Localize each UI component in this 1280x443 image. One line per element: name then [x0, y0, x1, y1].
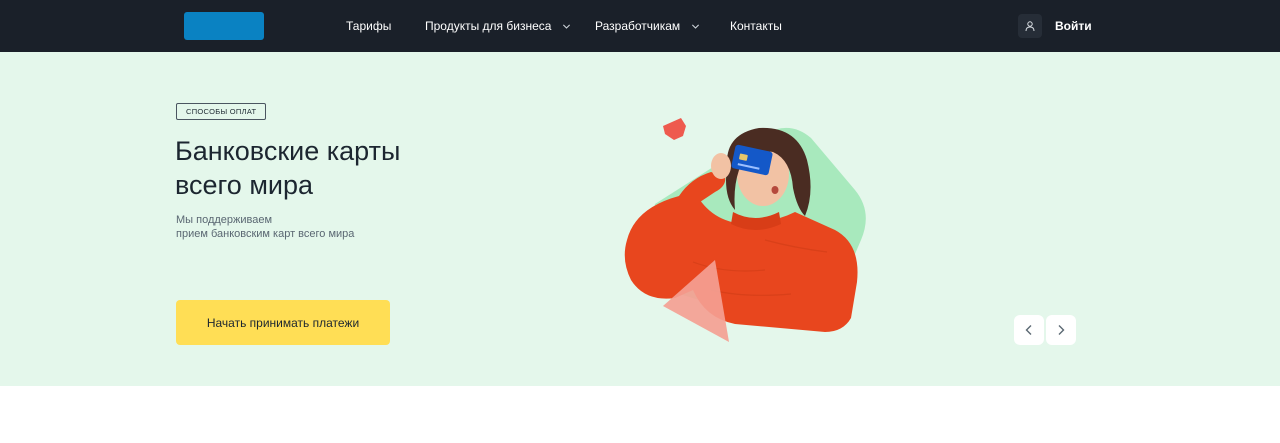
- slider-prev-button[interactable]: [1014, 315, 1044, 345]
- chevron-right-icon: [1058, 325, 1065, 335]
- nav-contacts[interactable]: Контакты: [730, 0, 782, 52]
- brand-logo[interactable]: [184, 12, 264, 40]
- hero-subtitle-line2: прием банковским карт всего мира: [176, 227, 355, 240]
- hero-title-line2: всего мира: [175, 170, 314, 200]
- login-link[interactable]: Войти: [1055, 0, 1092, 52]
- hero-subtitle-line1: Мы поддерживаем: [176, 214, 273, 226]
- hero-title: Банковские карты всего мира: [175, 134, 495, 202]
- chevron-down-icon: [563, 23, 571, 29]
- nav-tariffs-label: Тарифы: [346, 19, 392, 33]
- user-icon[interactable]: [1018, 14, 1042, 38]
- red-hexagon: [663, 118, 686, 140]
- start-payments-button[interactable]: Начать принимать платежи: [176, 300, 390, 345]
- hand: [711, 153, 731, 179]
- nav-business-products-label: Продукты для бизнеса: [425, 19, 552, 33]
- nav-developers[interactable]: Разработчикам: [595, 0, 700, 52]
- top-navigation-bar: Тарифы Продукты для бизнеса Разработчика…: [0, 0, 1280, 52]
- nav-business-products[interactable]: Продукты для бизнеса: [425, 0, 571, 52]
- hero-title-line1: Банковские карты: [175, 136, 401, 166]
- hero-banner: способы оплат Банковские карты всего мир…: [0, 52, 1280, 386]
- chevron-down-icon: [692, 23, 700, 29]
- slider-next-button[interactable]: [1046, 315, 1076, 345]
- nav-tariffs[interactable]: Тарифы: [346, 0, 391, 52]
- category-badge: способы оплат: [176, 103, 267, 120]
- hero-illustration: [624, 118, 866, 342]
- chevron-left-icon: [1025, 325, 1032, 335]
- hero-subtitle: Мы поддерживаем прием банковским карт вс…: [176, 214, 436, 241]
- nav-contacts-label: Контакты: [730, 19, 782, 33]
- nav-developers-label: Разработчикам: [595, 19, 681, 33]
- page-below-hero: [0, 386, 1280, 443]
